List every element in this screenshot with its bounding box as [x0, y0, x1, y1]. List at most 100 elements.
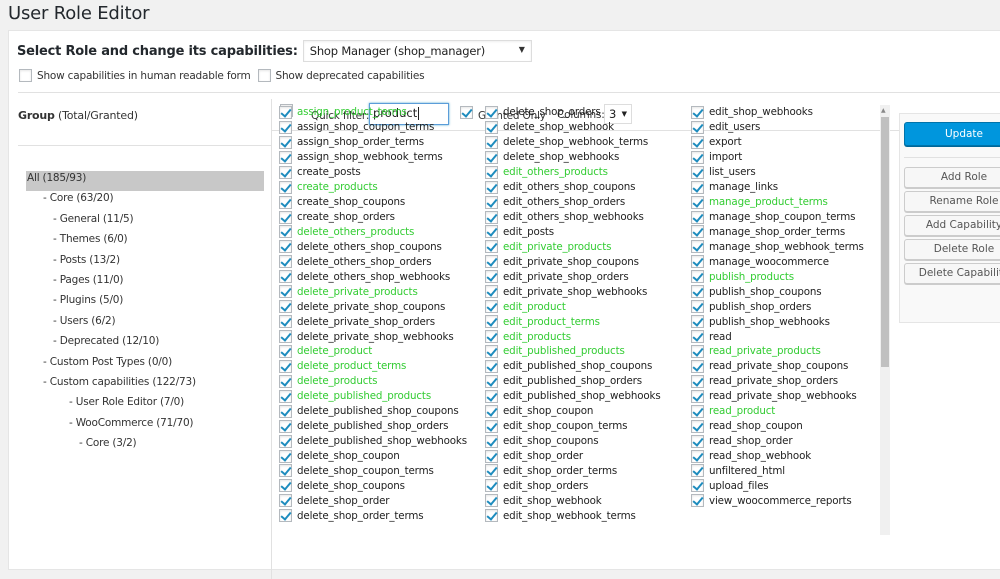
group-item[interactable]: - Core (63/20) [26, 191, 264, 211]
capability-checkbox[interactable] [279, 494, 292, 508]
group-item[interactable]: All (185/93) [26, 171, 264, 192]
capability-checkbox[interactable] [691, 315, 704, 329]
group-item[interactable]: - General (11/5) [26, 212, 264, 232]
capability-label[interactable]: edit_published_products [503, 345, 625, 357]
capability-checkbox[interactable] [691, 225, 704, 239]
capability-label[interactable]: edit_users [709, 121, 760, 133]
capability-checkbox[interactable] [279, 330, 292, 344]
capability-label[interactable]: read_shop_order [709, 435, 793, 447]
capability-checkbox[interactable] [279, 434, 292, 448]
capability-label[interactable]: edit_shop_order_terms [503, 465, 617, 477]
capability-checkbox[interactable] [485, 285, 498, 299]
capability-label[interactable]: delete_shop_orders [503, 106, 601, 118]
group-item[interactable]: - Pages (11/0) [26, 273, 264, 293]
capability-checkbox[interactable] [485, 479, 498, 493]
capability-checkbox[interactable] [485, 300, 498, 314]
scroll-up-icon[interactable]: ▲ [881, 107, 886, 114]
capability-checkbox[interactable] [691, 419, 704, 433]
capability-label[interactable]: unfiltered_html [709, 465, 785, 477]
capability-checkbox[interactable] [279, 285, 292, 299]
capability-label[interactable]: edit_private_shop_coupons [503, 256, 639, 268]
capability-label[interactable]: read_private_products [709, 345, 821, 357]
capability-checkbox[interactable] [279, 135, 292, 149]
capability-label[interactable]: delete_others_shop_orders [297, 256, 432, 268]
capability-label[interactable]: delete_shop_coupon_terms [297, 465, 434, 477]
group-item[interactable]: - Deprecated (12/10) [26, 334, 264, 354]
group-item[interactable]: - Core (3/2) [26, 436, 264, 456]
capability-label[interactable]: edit_private_products [503, 241, 611, 253]
capability-checkbox[interactable] [279, 449, 292, 463]
capability-label[interactable]: edit_shop_webhook [503, 495, 602, 507]
capability-checkbox[interactable] [691, 210, 704, 224]
capability-checkbox[interactable] [691, 389, 704, 403]
capability-label[interactable]: delete_product_terms [297, 360, 406, 372]
capability-label[interactable]: read [709, 331, 732, 343]
capability-label[interactable]: manage_shop_coupon_terms [709, 211, 855, 223]
capability-label[interactable]: delete_shop_webhook_terms [503, 136, 648, 148]
capability-label[interactable]: edit_others_products [503, 166, 608, 178]
capabilities-scrollbar[interactable]: ▲ [880, 105, 890, 535]
capability-checkbox[interactable] [279, 240, 292, 254]
capability-label[interactable]: delete_products [297, 375, 377, 387]
capability-checkbox[interactable] [485, 165, 498, 179]
capability-label[interactable]: publish_shop_orders [709, 301, 811, 313]
capability-label[interactable]: import [709, 151, 742, 163]
capability-label[interactable]: delete_product [297, 345, 372, 357]
capability-label[interactable]: publish_shop_coupons [709, 286, 822, 298]
capability-label[interactable]: edit_shop_coupon [503, 405, 593, 417]
capability-checkbox[interactable] [485, 210, 498, 224]
capability-checkbox[interactable] [691, 120, 704, 134]
capability-label[interactable]: publish_products [709, 271, 794, 283]
capability-label[interactable]: manage_shop_webhook_terms [709, 241, 864, 253]
capability-checkbox[interactable] [279, 120, 292, 134]
capability-label[interactable]: read_private_shop_webhooks [709, 390, 857, 402]
capability-checkbox[interactable] [485, 464, 498, 478]
update-button[interactable]: Update [904, 122, 1000, 146]
capability-checkbox[interactable] [279, 300, 292, 314]
capability-checkbox[interactable] [279, 374, 292, 388]
capability-checkbox[interactable] [691, 300, 704, 314]
capability-label[interactable]: edit_shop_order [503, 450, 583, 462]
capability-label[interactable]: manage_product_terms [709, 196, 828, 208]
capability-checkbox[interactable] [279, 105, 292, 119]
role-select[interactable]: Shop Manager (shop_manager) ▼ [302, 40, 532, 62]
capability-checkbox[interactable] [485, 404, 498, 418]
capability-checkbox[interactable] [485, 449, 498, 463]
capability-checkbox[interactable] [485, 509, 498, 523]
capability-label[interactable]: create_products [297, 181, 378, 193]
capability-checkbox[interactable] [691, 105, 704, 119]
capability-checkbox[interactable] [279, 359, 292, 373]
capability-checkbox[interactable] [485, 494, 498, 508]
capability-label[interactable]: edit_posts [503, 226, 554, 238]
capability-checkbox[interactable] [691, 195, 704, 209]
deprecated-checkbox[interactable] [257, 69, 271, 82]
capability-checkbox[interactable] [485, 105, 498, 119]
capability-label[interactable]: create_posts [297, 166, 361, 178]
group-item[interactable]: - Custom Post Types (0/0) [26, 355, 264, 375]
capability-label[interactable]: manage_links [709, 181, 778, 193]
capability-label[interactable]: read_shop_coupon [709, 420, 803, 432]
capability-label[interactable]: manage_woocommerce [709, 256, 829, 268]
capability-label[interactable]: edit_shop_webhook_terms [503, 510, 636, 522]
capability-label[interactable]: delete_others_shop_webhooks [297, 271, 450, 283]
capability-checkbox[interactable] [279, 419, 292, 433]
capability-label[interactable]: delete_published_products [297, 390, 431, 402]
capability-checkbox[interactable] [279, 255, 292, 269]
capability-label[interactable]: create_shop_coupons [297, 196, 405, 208]
add-capability-button[interactable]: Add Capability [904, 215, 1000, 236]
capability-checkbox[interactable] [279, 404, 292, 418]
capability-label[interactable]: delete_shop_order_terms [297, 510, 424, 522]
capability-label[interactable]: edit_product_terms [503, 316, 600, 328]
capability-label[interactable]: assign_product_terms [297, 106, 407, 118]
capability-checkbox[interactable] [279, 464, 292, 478]
capability-checkbox[interactable] [279, 479, 292, 493]
capability-checkbox[interactable] [691, 285, 704, 299]
group-item[interactable]: - User Role Editor (7/0) [26, 395, 264, 415]
capability-checkbox[interactable] [691, 240, 704, 254]
capability-checkbox[interactable] [691, 135, 704, 149]
capability-checkbox[interactable] [485, 225, 498, 239]
capability-label[interactable]: edit_published_shop_webhooks [503, 390, 661, 402]
capability-label[interactable]: export [709, 136, 742, 148]
capability-checkbox[interactable] [485, 195, 498, 209]
capability-checkbox[interactable] [279, 509, 292, 523]
